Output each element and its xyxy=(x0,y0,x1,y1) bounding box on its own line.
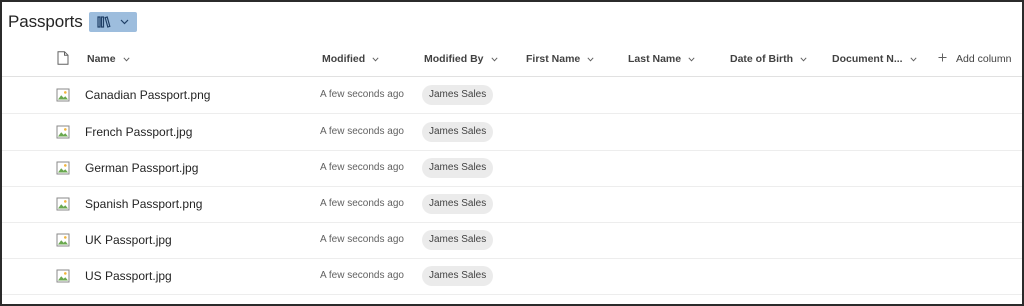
chevron-down-icon xyxy=(587,53,594,65)
chevron-down-icon xyxy=(688,53,695,65)
plus-icon xyxy=(938,53,947,65)
column-header-date-of-birth[interactable]: Date of Birth xyxy=(730,42,807,76)
chevron-down-icon xyxy=(120,19,129,25)
file-name-link[interactable]: US Passport.jpg xyxy=(85,258,172,294)
column-header-modified[interactable]: Modified xyxy=(322,42,379,76)
image-file-icon xyxy=(56,125,70,144)
table-row[interactable]: Canadian Passport.png A few seconds ago … xyxy=(2,77,1022,114)
document-icon xyxy=(57,51,69,70)
modified-time: A few seconds ago xyxy=(320,270,404,281)
column-header-name[interactable]: Name xyxy=(87,42,130,76)
library-header: Passports xyxy=(8,10,137,34)
table-row[interactable]: Spanish Passport.png A few seconds ago J… xyxy=(2,186,1022,223)
modified-time: A few seconds ago xyxy=(320,162,404,173)
modified-time: A few seconds ago xyxy=(320,198,404,209)
image-file-icon xyxy=(56,197,70,216)
file-name-link[interactable]: German Passport.jpg xyxy=(85,150,198,186)
modified-by-person[interactable]: James Sales xyxy=(422,230,494,250)
file-name-link[interactable]: Canadian Passport.png xyxy=(85,77,210,113)
table-row[interactable]: German Passport.jpg A few seconds ago Ja… xyxy=(2,150,1022,187)
add-column-button[interactable]: Add column xyxy=(938,42,1011,76)
table-row[interactable]: French Passport.jpg A few seconds ago Ja… xyxy=(2,114,1022,151)
column-header-first-name[interactable]: First Name xyxy=(526,42,594,76)
chevron-down-icon xyxy=(490,53,498,65)
view-switcher-button[interactable] xyxy=(88,12,137,32)
modified-by-person[interactable]: James Sales xyxy=(422,122,494,142)
modified-by-person[interactable]: James Sales xyxy=(422,266,494,286)
library-title: Passports xyxy=(8,12,83,31)
table-row[interactable]: US Passport.jpg A few seconds ago James … xyxy=(2,258,1022,295)
chevron-down-icon xyxy=(123,53,130,65)
column-header-label: Last Name xyxy=(628,53,682,65)
modified-by-person[interactable]: James Sales xyxy=(422,158,494,178)
library-books-icon xyxy=(97,16,111,28)
file-name-link[interactable]: French Passport.jpg xyxy=(85,114,192,150)
column-header-modified-by[interactable]: Modified By xyxy=(424,42,498,76)
file-name-link[interactable]: UK Passport.jpg xyxy=(85,222,172,258)
column-header-last-name[interactable]: Last Name xyxy=(628,42,695,76)
column-header-label: Name xyxy=(87,53,116,65)
chevron-down-icon xyxy=(372,53,379,65)
image-file-icon xyxy=(56,161,70,180)
chevron-down-icon xyxy=(910,53,917,65)
column-header-document-number[interactable]: Document N... xyxy=(832,42,917,76)
modified-time: A few seconds ago xyxy=(320,234,404,245)
document-library: Passports Name Modified Modified By Firs… xyxy=(0,0,1024,306)
image-file-icon xyxy=(56,233,70,252)
column-header-label: Modified By xyxy=(424,53,484,65)
add-column-label: Add column xyxy=(956,53,1012,65)
column-header-label: Modified xyxy=(322,53,366,65)
image-file-icon xyxy=(56,269,70,288)
image-file-icon xyxy=(56,88,70,107)
modified-by-person[interactable]: James Sales xyxy=(422,85,494,105)
file-name-link[interactable]: Spanish Passport.png xyxy=(85,186,202,222)
column-header-label: Document N... xyxy=(832,53,903,65)
column-header-row: Name Modified Modified By First Name Las… xyxy=(2,42,1022,77)
modified-by-person[interactable]: James Sales xyxy=(422,194,494,214)
chevron-down-icon xyxy=(800,53,807,65)
column-header-label: First Name xyxy=(526,53,581,65)
modified-time: A few seconds ago xyxy=(320,89,404,100)
column-header-label: Date of Birth xyxy=(730,53,793,65)
table-row[interactable]: UK Passport.jpg A few seconds ago James … xyxy=(2,222,1022,259)
modified-time: A few seconds ago xyxy=(320,126,404,137)
